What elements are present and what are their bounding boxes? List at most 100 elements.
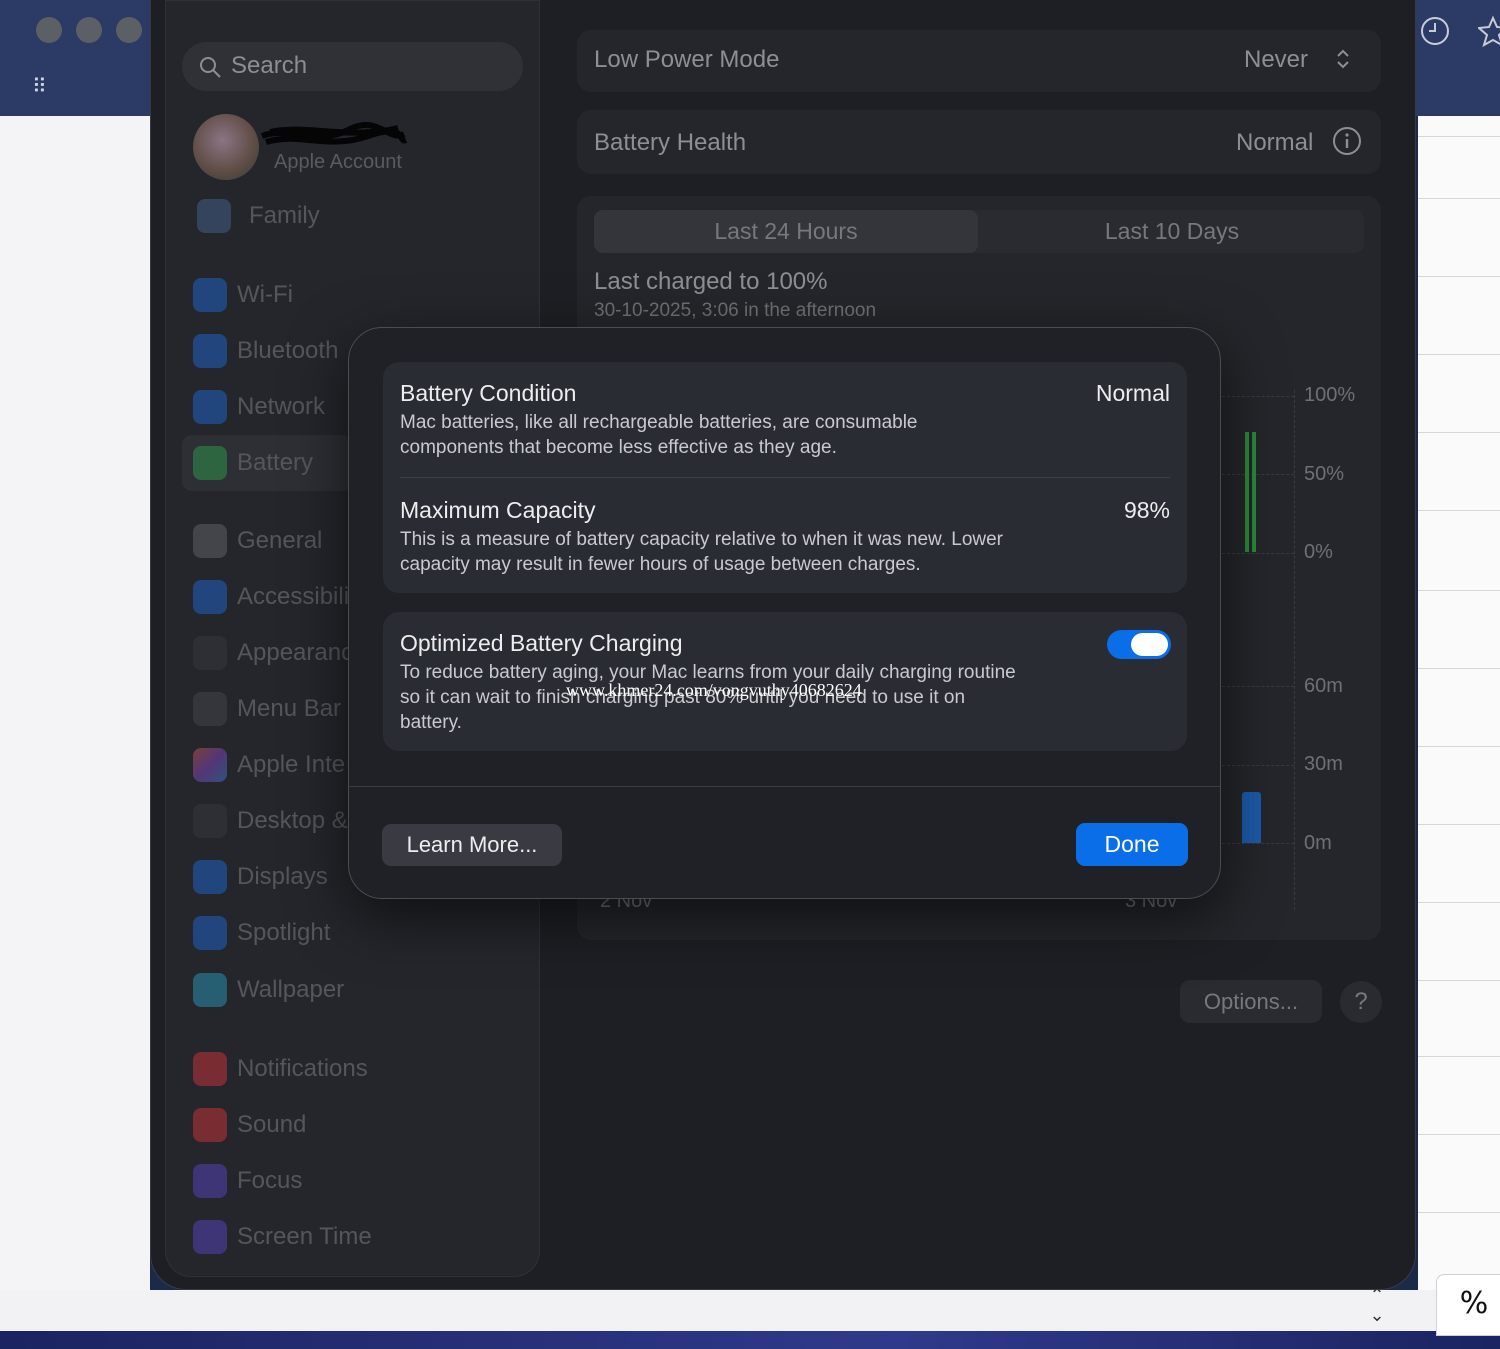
background-app-left-pane bbox=[0, 116, 150, 1331]
zoom-window-button[interactable] bbox=[116, 17, 142, 43]
tab-last-24-hours-label: Last 24 Hours bbox=[714, 218, 858, 244]
sidebar-item-battery[interactable]: Battery bbox=[237, 449, 313, 477]
apple-account-label[interactable]: Apple Account bbox=[274, 151, 402, 174]
divider bbox=[349, 786, 1220, 787]
chart-gridline bbox=[1222, 686, 1294, 687]
gear-icon bbox=[193, 524, 227, 558]
chart-gridline bbox=[1222, 843, 1294, 844]
background-grid-line bbox=[1418, 824, 1500, 825]
battery-health-label: Battery Health bbox=[594, 129, 747, 156]
sidebar-item-family[interactable]: Family bbox=[249, 202, 320, 230]
stepper-icon[interactable]: ⌃ ⌄ bbox=[1365, 1286, 1389, 1326]
help-button[interactable]: ? bbox=[1340, 981, 1382, 1023]
background-app-right-pane bbox=[1418, 116, 1500, 1331]
level-axis-label: 100% bbox=[1304, 384, 1356, 406]
level-axis-label: 50% bbox=[1304, 463, 1345, 485]
magnifier-icon bbox=[193, 916, 227, 950]
usage-axis-label: 60m bbox=[1304, 675, 1343, 697]
background-grid-line bbox=[1418, 432, 1500, 433]
battery-health-value: Normal bbox=[1236, 129, 1314, 156]
sidebar-item-notifications[interactable]: Notifications bbox=[237, 1055, 368, 1083]
background-grid-line bbox=[1418, 354, 1500, 355]
background-grid-line bbox=[1418, 276, 1500, 277]
search-icon bbox=[200, 57, 221, 78]
sidebar-item-bluetooth[interactable]: Bluetooth bbox=[237, 337, 338, 365]
app-grid-icon[interactable]: ⠿ bbox=[32, 74, 56, 98]
info-icon[interactable] bbox=[1332, 126, 1362, 156]
last-charged-date: 30-10-2025, 3:06 in the afternoon bbox=[594, 300, 877, 321]
sidebar-item-spotlight[interactable]: Spotlight bbox=[237, 919, 330, 947]
search-placeholder: Search bbox=[231, 52, 308, 79]
sidebar-item-focus[interactable]: Focus bbox=[237, 1167, 302, 1195]
bluetooth-icon bbox=[193, 334, 227, 368]
clock-icon[interactable] bbox=[1418, 14, 1452, 48]
maximum-capacity-value: 98% bbox=[1123, 497, 1170, 523]
battery-condition-value: Normal bbox=[1095, 380, 1170, 406]
background-app-bottom-bar bbox=[0, 1290, 1500, 1332]
speaker-icon bbox=[193, 1108, 227, 1142]
tab-last-10-days[interactable]: Last 10 Days bbox=[980, 210, 1364, 253]
desktop-strip bbox=[0, 1331, 1500, 1349]
sidebar-item-network[interactable]: Network bbox=[237, 393, 325, 421]
bell-icon bbox=[193, 1052, 227, 1086]
percent-label: % bbox=[1459, 1286, 1489, 1321]
sidebar-item-menu-bar[interactable]: Menu Bar bbox=[237, 695, 341, 723]
sidebar-item-desktop-dock[interactable]: Desktop & bbox=[237, 807, 348, 835]
low-power-label: Low Power Mode bbox=[594, 46, 780, 73]
battery-icon bbox=[193, 446, 227, 480]
redaction-scribble bbox=[260, 122, 408, 145]
background-grid-line bbox=[1418, 1212, 1500, 1213]
background-grid-line bbox=[1418, 590, 1500, 591]
sidebar-item-general[interactable]: General bbox=[237, 527, 322, 555]
sidebar-item-sound[interactable]: Sound bbox=[237, 1111, 306, 1139]
menu-bar-icon bbox=[193, 692, 227, 726]
maximum-capacity-description: capacity may result in fewer hours of us… bbox=[400, 554, 921, 575]
desktop-dock-icon bbox=[193, 804, 227, 838]
learn-more-button[interactable]: Learn More... bbox=[382, 824, 562, 866]
battery-level-bar bbox=[1245, 432, 1249, 552]
background-grid-line bbox=[1418, 1134, 1500, 1135]
sidebar-item-screen-time[interactable]: Screen Time bbox=[237, 1223, 372, 1251]
chart-gridline bbox=[1222, 474, 1294, 475]
sidebar-item-wallpaper[interactable]: Wallpaper bbox=[237, 976, 344, 1004]
level-axis-label: 0% bbox=[1304, 541, 1333, 563]
optimized-charging-title: Optimized Battery Charging bbox=[400, 630, 683, 656]
sidebar-item-apple-intelligence[interactable]: Apple Inte bbox=[237, 751, 345, 779]
background-grid-line bbox=[1418, 902, 1500, 903]
star-icon[interactable] bbox=[1478, 14, 1500, 48]
divider bbox=[400, 477, 1170, 478]
usage-axis-label: 0m bbox=[1304, 832, 1332, 854]
battery-condition-description: Mac batteries, like all rechargeable bat… bbox=[400, 412, 918, 433]
background-grid-line bbox=[1418, 136, 1500, 137]
battery-condition-description: components that become less effective as… bbox=[400, 437, 837, 458]
appearance-icon bbox=[193, 636, 227, 670]
optimized-charging-description: battery. bbox=[400, 712, 462, 733]
low-power-value[interactable]: Never bbox=[1244, 46, 1308, 74]
flower-icon bbox=[193, 973, 227, 1007]
background-grid-line bbox=[1418, 668, 1500, 669]
done-button[interactable]: Done bbox=[1076, 823, 1188, 866]
chart-axis-line bbox=[1294, 390, 1295, 910]
accessibility-icon bbox=[193, 580, 227, 614]
sun-icon bbox=[193, 860, 227, 894]
sidebar-item-wifi[interactable]: Wi-Fi bbox=[237, 281, 293, 309]
moon-icon bbox=[193, 1164, 227, 1198]
last-charged-title: Last charged to 100% bbox=[594, 268, 828, 295]
sidebar-item-accessibility[interactable]: Accessibili bbox=[237, 583, 349, 611]
avatar[interactable] bbox=[193, 114, 259, 180]
maximum-capacity-title: Maximum Capacity bbox=[400, 497, 596, 523]
chart-gridline bbox=[1222, 553, 1294, 554]
maximum-capacity-description: This is a measure of battery capacity re… bbox=[400, 529, 1003, 550]
close-window-button[interactable] bbox=[36, 17, 62, 43]
family-icon bbox=[197, 199, 231, 233]
chart-gridline bbox=[1222, 396, 1294, 397]
battery-condition-title: Battery Condition bbox=[400, 380, 577, 406]
chevron-updown-icon[interactable] bbox=[1333, 46, 1353, 72]
background-grid-line bbox=[1418, 510, 1500, 511]
watermark: www.khmer24.com/vongvuthy40682624 bbox=[566, 680, 862, 700]
screen-usage-bar bbox=[1242, 792, 1261, 843]
sidebar-item-displays[interactable]: Displays bbox=[237, 863, 328, 891]
minimize-window-button[interactable] bbox=[76, 17, 102, 43]
sidebar-item-appearance[interactable]: Appearanc bbox=[237, 639, 353, 667]
options-button[interactable]: Options... bbox=[1180, 980, 1322, 1023]
